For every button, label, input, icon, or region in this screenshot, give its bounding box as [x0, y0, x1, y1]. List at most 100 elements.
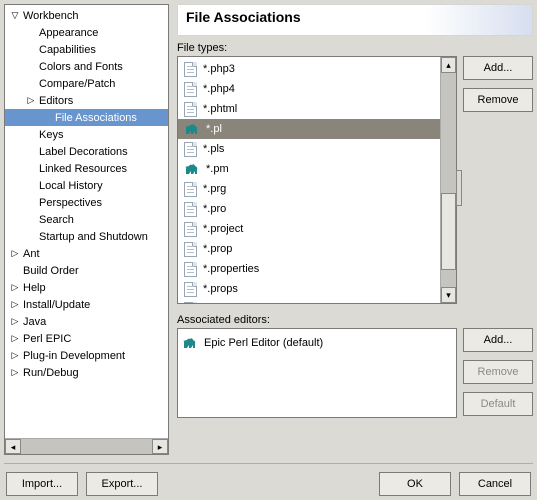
tree-item-run-debug[interactable]: ▷Run/Debug: [5, 364, 168, 381]
tree-item-compare-patch[interactable]: ▷Compare/Patch: [5, 75, 168, 92]
preferences-tree: ▽Workbench▷Appearance▷Capabilities▷Color…: [4, 4, 169, 455]
tree-item-label: File Associations: [53, 112, 137, 124]
file-icon: [184, 142, 197, 157]
file-icon: [184, 302, 197, 304]
tree-item-build-order[interactable]: ▷Build Order: [5, 262, 168, 279]
tree-item-label: Ant: [21, 248, 40, 260]
tree-expand-icon[interactable]: ▷: [9, 316, 21, 327]
side-drag-handle[interactable]: [456, 170, 462, 206]
file-types-add-button[interactable]: Add...: [463, 56, 533, 80]
tree-item-java[interactable]: ▷Java: [5, 313, 168, 330]
tree-item-linked-resources[interactable]: ▷Linked Resources: [5, 160, 168, 177]
tree-item-capabilities[interactable]: ▷Capabilities: [5, 41, 168, 58]
tree-item-label: Linked Resources: [37, 163, 127, 175]
tree-item-editors[interactable]: ▷Editors: [5, 92, 168, 109]
tree-item-label: Perl EPIC: [21, 333, 71, 345]
tree-item-ant[interactable]: ▷Ant: [5, 245, 168, 262]
separator: [4, 463, 533, 464]
tree-item-perspectives[interactable]: ▷Perspectives: [5, 194, 168, 211]
file-type-item[interactable]: *.php4: [178, 79, 440, 99]
tree-item-local-history[interactable]: ▷Local History: [5, 177, 168, 194]
tree-item-appearance[interactable]: ▷Appearance: [5, 24, 168, 41]
camel-icon: [184, 162, 200, 176]
tree-item-label: Capabilities: [37, 44, 96, 56]
scroll-down-icon[interactable]: ▾: [441, 287, 456, 303]
file-type-label: *.properties: [203, 263, 259, 275]
scroll-track[interactable]: [21, 439, 152, 454]
file-type-label: *.pl: [206, 123, 222, 135]
tree-expand-icon[interactable]: ▷: [9, 367, 21, 378]
tree-item-search[interactable]: ▷Search: [5, 211, 168, 228]
tree-item-install-update[interactable]: ▷Install/Update: [5, 296, 168, 313]
file-type-item[interactable]: *.php3: [178, 59, 440, 79]
tree-item-label: Label Decorations: [37, 146, 128, 158]
tree-item-workbench[interactable]: ▽Workbench: [5, 7, 168, 24]
file-type-item[interactable]: *.phtml: [178, 99, 440, 119]
tree-collapse-icon[interactable]: ▽: [9, 10, 21, 21]
tree-expand-icon[interactable]: ▷: [9, 299, 21, 310]
tree-item-label: Install/Update: [21, 299, 90, 311]
file-icon: [184, 282, 197, 297]
scroll-right-icon[interactable]: ▸: [152, 439, 168, 454]
file-icon: [184, 262, 197, 277]
tree-horizontal-scrollbar[interactable]: ◂ ▸: [5, 438, 168, 454]
editors-add-button[interactable]: Add...: [463, 328, 533, 352]
editors-default-button[interactable]: Default: [463, 392, 533, 416]
file-type-item[interactable]: *.pls: [178, 139, 440, 159]
tree-item-colors-and-fonts[interactable]: ▷Colors and Fonts: [5, 58, 168, 75]
tree-item-startup-and-shutdown[interactable]: ▷Startup and Shutdown: [5, 228, 168, 245]
file-icon: [184, 82, 197, 97]
file-type-label: *.prop: [203, 243, 232, 255]
tree-item-plug-in-development[interactable]: ▷Plug-in Development: [5, 347, 168, 364]
file-icon: [184, 182, 197, 197]
tree-item-perl-epic[interactable]: ▷Perl EPIC: [5, 330, 168, 347]
editor-item[interactable]: Epic Perl Editor (default): [182, 333, 452, 353]
scroll-up-icon[interactable]: ▴: [441, 57, 456, 73]
tree-item-label: Startup and Shutdown: [37, 231, 148, 243]
tree-item-help[interactable]: ▷Help: [5, 279, 168, 296]
export-button[interactable]: Export...: [86, 472, 158, 496]
file-type-item[interactable]: *.pm: [178, 159, 440, 179]
tree-item-label: Build Order: [21, 265, 79, 277]
import-button[interactable]: Import...: [6, 472, 78, 496]
tree-item-label: Search: [37, 214, 74, 226]
cancel-button[interactable]: Cancel: [459, 472, 531, 496]
file-type-item[interactable]: *.ps: [178, 299, 440, 303]
tree-expand-icon[interactable]: ▷: [9, 350, 21, 361]
file-type-item[interactable]: *.prop: [178, 239, 440, 259]
file-type-label: *.project: [203, 223, 243, 235]
tree-expand-icon[interactable]: ▷: [9, 333, 21, 344]
file-type-item[interactable]: *.props: [178, 279, 440, 299]
scroll-left-icon[interactable]: ◂: [5, 439, 21, 454]
tree-item-label: Editors: [37, 95, 73, 107]
file-type-item[interactable]: *.pl: [178, 119, 440, 139]
file-icon: [184, 62, 197, 77]
file-types-label: File types:: [177, 42, 533, 54]
tree-expand-icon[interactable]: ▷: [25, 95, 37, 106]
file-type-label: *.pls: [203, 143, 224, 155]
tree-item-label: Local History: [37, 180, 103, 192]
tree-item-keys[interactable]: ▷Keys: [5, 126, 168, 143]
file-type-item[interactable]: *.properties: [178, 259, 440, 279]
tree-expand-icon[interactable]: ▷: [9, 282, 21, 293]
tree-item-file-associations[interactable]: ▷File Associations: [5, 109, 168, 126]
associated-editors-list[interactable]: Epic Perl Editor (default): [177, 328, 457, 418]
file-type-item[interactable]: *.pro: [178, 199, 440, 219]
file-type-item[interactable]: *.prg: [178, 179, 440, 199]
page-title: File Associations: [177, 4, 533, 36]
file-types-list[interactable]: *.php3 *.php4 *.phtml *.pl *.pls *.pm *.prg *.p…: [177, 56, 457, 304]
file-type-item[interactable]: *.project: [178, 219, 440, 239]
file-type-label: *.props: [203, 283, 238, 295]
associated-editors-label: Associated editors:: [177, 314, 533, 326]
file-types-remove-button[interactable]: Remove: [463, 88, 533, 112]
file-type-label: *.php4: [203, 83, 235, 95]
tree-item-label: Appearance: [37, 27, 98, 39]
tree-expand-icon[interactable]: ▷: [9, 248, 21, 259]
editors-remove-button[interactable]: Remove: [463, 360, 533, 384]
file-type-label: *.pm: [206, 163, 229, 175]
file-type-label: *.prg: [203, 183, 226, 195]
ok-button[interactable]: OK: [379, 472, 451, 496]
tree-item-label-decorations[interactable]: ▷Label Decorations: [5, 143, 168, 160]
file-types-scrollbar[interactable]: ▴ ▾: [440, 57, 456, 303]
tree-item-label: Workbench: [21, 10, 78, 22]
